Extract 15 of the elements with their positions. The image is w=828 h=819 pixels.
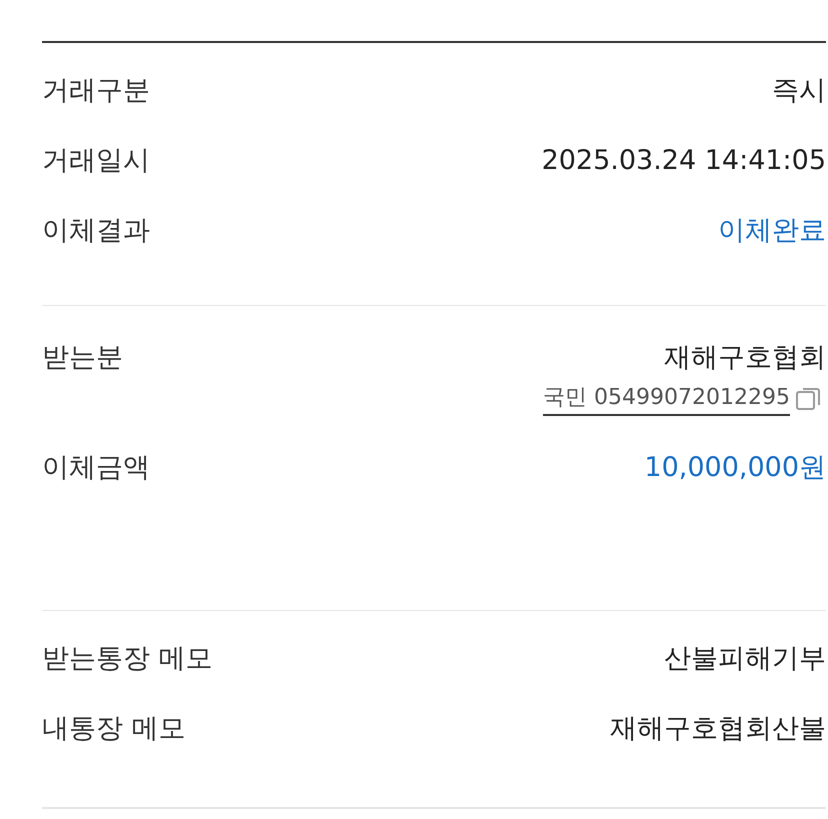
field-value: 10,000,000원 xyxy=(644,451,826,485)
field-label: 받는분 xyxy=(42,341,123,375)
account-number[interactable]: 국민 05499072012295 xyxy=(543,382,790,416)
field-value: 이체완료 xyxy=(718,214,826,248)
field-value: 산불피해기부 xyxy=(664,642,826,676)
field-value: 재해구호협회 xyxy=(664,341,826,375)
field-label: 거래일시 xyxy=(42,144,150,178)
field-label: 이체금액 xyxy=(42,451,150,485)
field-value: 2025.03.24 14:41:05 xyxy=(542,144,826,178)
field-value: 재해구호협회산불 xyxy=(610,712,826,746)
field-label: 받는통장 메모 xyxy=(42,642,213,676)
field-label: 내통장 메모 xyxy=(42,712,186,746)
field-value: 즉시 xyxy=(772,74,826,108)
field-label: 이체결과 xyxy=(42,214,150,248)
field-label: 거래구분 xyxy=(42,74,150,108)
